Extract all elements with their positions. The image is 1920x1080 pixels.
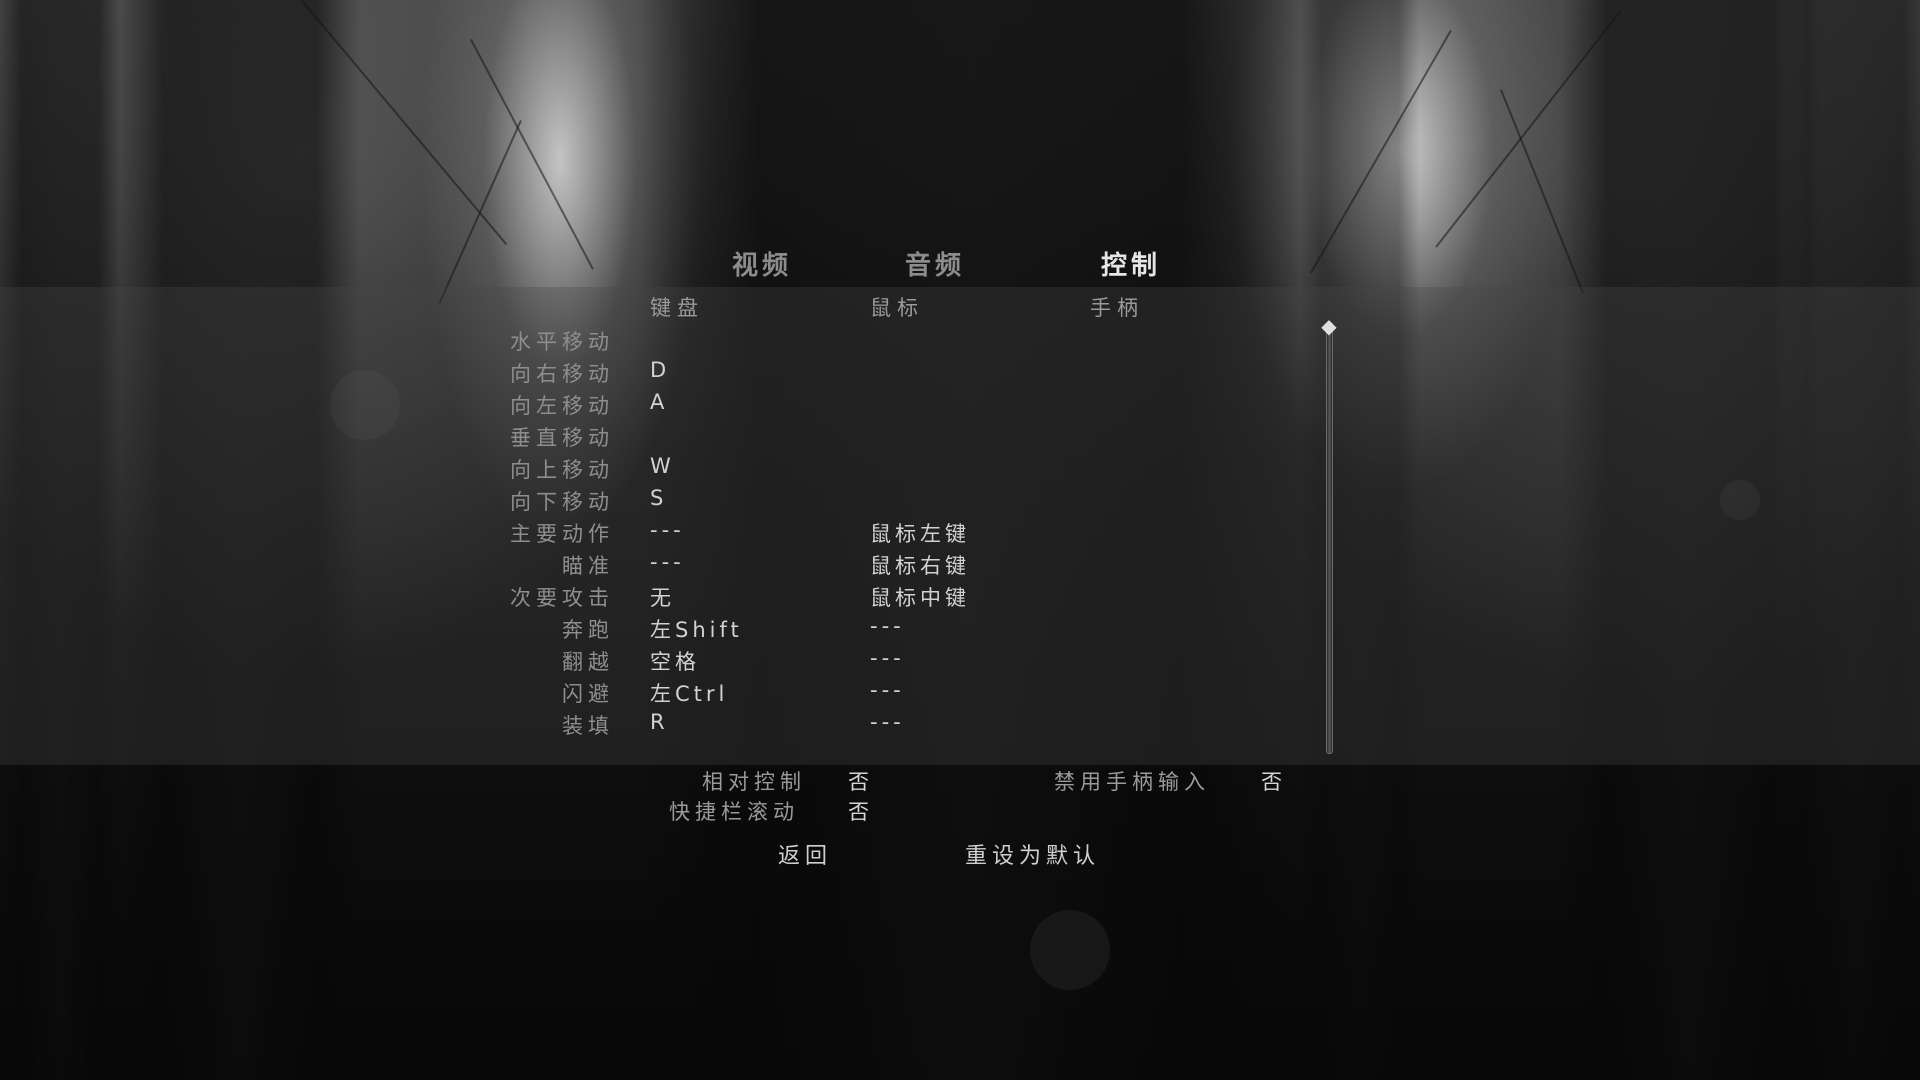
binding-row: 垂直移动 xyxy=(0,422,1920,454)
binding-row: 翻越 空格 --- xyxy=(0,646,1920,678)
binding-row: 向左移动 A xyxy=(0,390,1920,422)
mouse-binding[interactable]: --- xyxy=(870,710,905,734)
binding-action-label: 垂直移动 xyxy=(510,426,614,450)
column-header-keyboard: 键盘 xyxy=(650,296,704,320)
keyboard-binding[interactable]: W xyxy=(650,454,675,478)
scrollbar-track[interactable] xyxy=(1326,322,1333,754)
binding-action-label: 主要动作 xyxy=(510,522,614,546)
tab-video[interactable]: 视频 xyxy=(732,245,792,282)
disable-gamepad-label: 禁用手柄输入 xyxy=(1054,770,1210,794)
keyboard-binding[interactable]: S xyxy=(650,486,667,510)
binding-row: 向上移动 W xyxy=(0,454,1920,486)
dust-particle xyxy=(1030,910,1110,990)
tab-controls[interactable]: 控制 xyxy=(1101,245,1161,282)
binding-action-label: 水平移动 xyxy=(510,330,614,354)
hotbar-scroll-label: 快捷栏滚动 xyxy=(669,800,799,824)
keyboard-binding[interactable]: 左Shift xyxy=(650,614,743,644)
binding-action-label: 向上移动 xyxy=(510,458,614,482)
binding-row: 水平移动 xyxy=(0,326,1920,358)
tree-branch xyxy=(470,39,594,270)
binding-row: 瞄准 --- 鼠标右键 xyxy=(0,550,1920,582)
binding-row: 向下移动 S xyxy=(0,486,1920,518)
column-header-mouse: 鼠标 xyxy=(870,296,924,320)
binding-action-label: 次要攻击 xyxy=(510,586,614,610)
binding-action-label: 向下移动 xyxy=(510,490,614,514)
disable-gamepad-toggle[interactable]: 否 xyxy=(1261,766,1282,796)
binding-row: 奔跑 左Shift --- xyxy=(0,614,1920,646)
diamond-icon[interactable]: ◆ xyxy=(1319,315,1339,337)
binding-row: 主要动作 --- 鼠标左键 xyxy=(0,518,1920,550)
keyboard-binding[interactable]: D xyxy=(650,358,670,382)
keyboard-binding[interactable]: 左Ctrl xyxy=(650,678,728,708)
relative-control-toggle[interactable]: 否 xyxy=(848,766,869,796)
mouse-binding[interactable]: --- xyxy=(870,614,905,638)
binding-action-label: 瞄准 xyxy=(562,554,614,578)
binding-list-scrollbar[interactable]: ◆ xyxy=(1318,312,1340,756)
column-header-gamepad: 手柄 xyxy=(1090,296,1144,320)
binding-row: 向右移动 D xyxy=(0,358,1920,390)
reset-defaults-button[interactable]: 重设为默认 xyxy=(965,838,1100,870)
keyboard-binding[interactable]: --- xyxy=(650,550,685,574)
keyboard-binding[interactable]: --- xyxy=(650,518,685,542)
keyboard-binding[interactable]: 无 xyxy=(650,582,675,612)
binding-row: 次要攻击 无 鼠标中键 xyxy=(0,582,1920,614)
keyboard-binding[interactable]: R xyxy=(650,710,669,734)
back-button[interactable]: 返回 xyxy=(778,838,832,870)
tab-audio[interactable]: 音频 xyxy=(905,245,965,282)
keyboard-binding[interactable]: 空格 xyxy=(650,646,700,676)
binding-action-label: 翻越 xyxy=(562,650,614,674)
mouse-binding[interactable]: --- xyxy=(870,678,905,702)
binding-row: 闪避 左Ctrl --- xyxy=(0,678,1920,710)
binding-action-label: 闪避 xyxy=(562,682,614,706)
mouse-binding[interactable]: 鼠标中键 xyxy=(870,582,970,612)
binding-action-label: 奔跑 xyxy=(562,618,614,642)
mouse-binding[interactable]: 鼠标左键 xyxy=(870,518,970,548)
mouse-binding[interactable]: --- xyxy=(870,646,905,670)
game-settings-screen: 视频 音频 控制 键盘 鼠标 手柄 水平移动 向右移动 D 向左移动 A 垂直移… xyxy=(0,0,1920,1080)
hotbar-scroll-toggle[interactable]: 否 xyxy=(848,796,869,826)
binding-row: 装填 R --- xyxy=(0,710,1920,742)
binding-action-label: 向左移动 xyxy=(510,394,614,418)
relative-control-label: 相对控制 xyxy=(702,770,806,794)
binding-action-label: 向右移动 xyxy=(510,362,614,386)
keyboard-binding[interactable]: A xyxy=(650,390,668,414)
mouse-binding[interactable]: 鼠标右键 xyxy=(870,550,970,580)
binding-action-label: 装填 xyxy=(562,714,614,738)
